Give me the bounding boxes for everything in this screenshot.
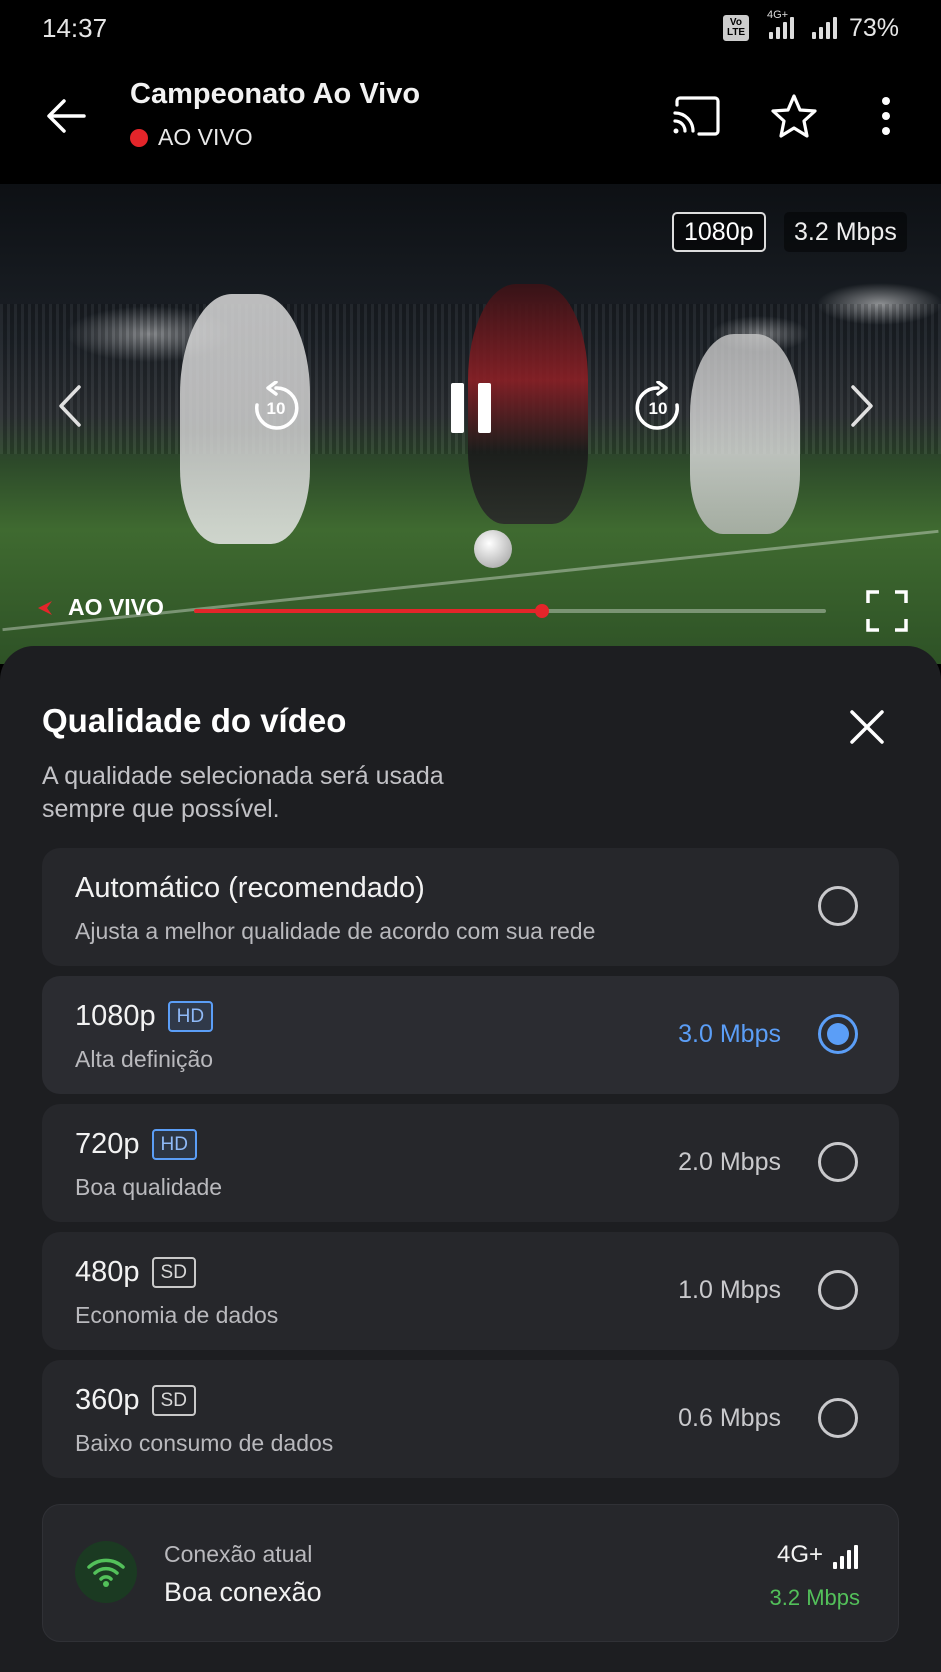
connection-network-type: 4G+	[776, 1541, 823, 1568]
signal-icon	[811, 17, 837, 39]
hd-badge: HD	[167, 1001, 214, 1032]
signal-icon	[833, 1545, 858, 1569]
option-sublabel: Alta definição	[75, 1046, 214, 1072]
option-label: 480p	[75, 1256, 140, 1288]
sheet-description: A qualidade selecionada será usada sempr…	[42, 762, 444, 823]
app-bar: Campeonato Ao Vivo AO VIVO	[0, 56, 941, 184]
status-time: 14:37	[42, 12, 108, 43]
back-arrow-icon	[47, 99, 86, 133]
quality-option-480p[interactable]: 480p SD Economia de dados 1.0 Mbps	[42, 1232, 899, 1350]
option-sublabel: Boa qualidade	[75, 1174, 223, 1200]
forward-10-button[interactable]: 10	[628, 378, 688, 438]
chevron-right-icon	[851, 385, 873, 427]
hd-badge: HD	[151, 1129, 197, 1160]
radio-720p[interactable]	[818, 1142, 858, 1182]
network-type-label: 4G+	[766, 9, 789, 21]
connection-value: Boa conexão	[164, 1577, 322, 1607]
connection-rate: 3.2 Mbps	[769, 1585, 861, 1610]
chevron-left-icon	[59, 385, 81, 427]
live-status: AO VIVO	[130, 124, 253, 151]
quality-option-720p[interactable]: 720p HD Boa qualidade 2.0 Mbps	[42, 1104, 899, 1222]
status-icons: Vo LTE 4G+ 73%	[722, 9, 899, 43]
page-title: Campeonato Ao Vivo	[130, 78, 421, 110]
next-button[interactable]	[840, 380, 884, 432]
more-options-button[interactable]	[854, 84, 918, 148]
progress-bar[interactable]	[194, 604, 826, 618]
live-indicator[interactable]: AO VIVO	[36, 594, 164, 621]
cast-icon	[673, 96, 720, 136]
live-indicator-label: AO VIVO	[68, 594, 164, 620]
battery-percent: 73%	[848, 13, 899, 42]
sheet-title: Qualidade do vídeo	[42, 702, 347, 739]
option-title-row: 720p HD	[75, 1128, 197, 1161]
video-ball	[474, 530, 512, 568]
forward-seconds: 10	[648, 399, 668, 418]
rewind-seconds: 10	[266, 399, 286, 418]
option-sublabel: Economia de dados	[75, 1302, 279, 1328]
option-title-row: 360p SD	[75, 1384, 196, 1417]
cast-button[interactable]	[664, 84, 728, 148]
option-sublabel: Ajusta a melhor qualidade de acordo com …	[75, 918, 596, 944]
status-bar: 14:37 Vo LTE 4G+ 73%	[0, 0, 941, 56]
close-icon	[850, 710, 884, 744]
quality-option-auto[interactable]: Automático (recomendado) Ajusta a melhor…	[42, 848, 899, 966]
option-label: 1080p	[75, 1000, 156, 1032]
volte-icon: Vo LTE	[722, 15, 749, 41]
option-title-row: Automático (recomendado)	[75, 872, 425, 905]
live-arrow-icon	[38, 600, 52, 615]
quality-option-1080p[interactable]: 1080p HD Alta definição 3.0 Mbps	[42, 976, 899, 1094]
sd-badge: SD	[151, 1385, 196, 1416]
rewind-10-button[interactable]: 10	[246, 378, 306, 438]
connection-label: Conexão atual	[164, 1541, 313, 1567]
star-icon	[771, 94, 817, 138]
quality-sheet: Qualidade do vídeo A qualidade seleciona…	[0, 646, 941, 1672]
option-label: Automático (recomendado)	[75, 872, 425, 904]
connection-network: 4G+	[777, 1541, 858, 1569]
live-dot-icon	[130, 128, 148, 147]
previous-button[interactable]	[48, 380, 92, 432]
radio-auto[interactable]	[818, 886, 858, 926]
video-quality-chip: 1080p	[672, 212, 766, 252]
option-bitrate: 3.0 Mbps	[678, 1020, 781, 1048]
option-label: 360p	[75, 1384, 140, 1416]
more-vert-icon	[882, 97, 890, 135]
video-player[interactable]: 1080p 3.2 Mbps 10 10 AO VIVO	[0, 184, 941, 664]
radio-480p[interactable]	[818, 1270, 858, 1310]
option-title-row: 480p SD	[75, 1256, 196, 1289]
wifi-icon	[87, 1558, 125, 1587]
wifi-status	[75, 1541, 137, 1603]
connection-card: Conexão atual Boa conexão 4G+ 3.2 Mbps	[42, 1504, 899, 1642]
option-bitrate: 2.0 Mbps	[678, 1148, 781, 1176]
option-label: 720p	[75, 1128, 140, 1160]
live-label: AO VIVO	[158, 124, 253, 150]
favorite-button[interactable]	[762, 84, 826, 148]
pause-button[interactable]	[446, 378, 496, 438]
progress-thumb[interactable]	[534, 604, 549, 618]
radio-1080p[interactable]	[818, 1014, 858, 1054]
fullscreen-icon	[866, 590, 908, 632]
video-bitrate-chip: 3.2 Mbps	[784, 212, 907, 252]
video-player-figure-white-2	[690, 334, 800, 534]
option-sublabel: Baixo consumo de dados	[75, 1430, 334, 1456]
back-button[interactable]	[36, 86, 96, 146]
option-bitrate: 0.6 Mbps	[678, 1404, 781, 1432]
option-bitrate: 1.0 Mbps	[678, 1276, 781, 1304]
signal-4g-icon: 4G+	[767, 9, 794, 39]
progress-fill	[194, 609, 542, 613]
pause-icon	[451, 383, 491, 433]
option-title-row: 1080p HD	[75, 1000, 214, 1033]
quality-option-360p[interactable]: 360p SD Baixo consumo de dados 0.6 Mbps	[42, 1360, 899, 1478]
radio-360p[interactable]	[818, 1398, 858, 1438]
close-button[interactable]	[836, 696, 898, 758]
sd-badge: SD	[151, 1257, 196, 1288]
fullscreen-button[interactable]	[866, 590, 908, 632]
